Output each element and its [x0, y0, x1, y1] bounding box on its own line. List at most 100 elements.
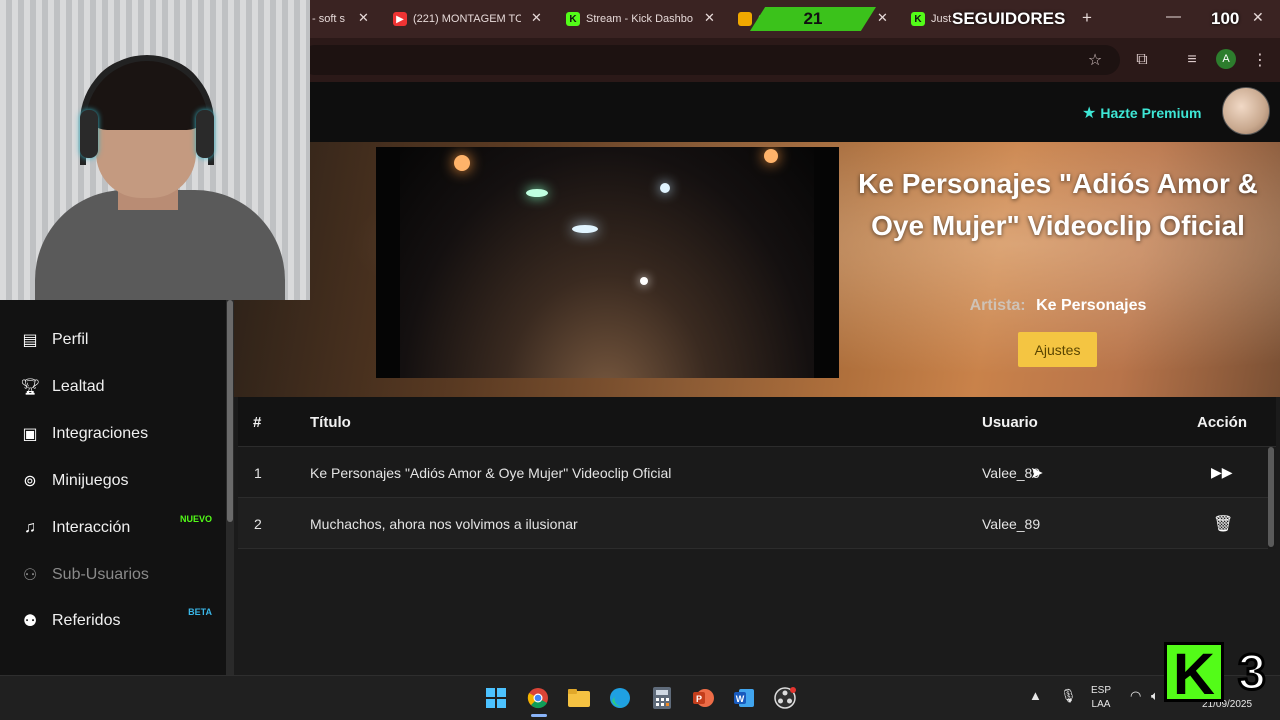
skip-icon[interactable]: ▶▶ — [1211, 464, 1233, 481]
minimize-icon[interactable]: — — [1166, 8, 1181, 25]
media-queue-icon[interactable]: ≡ — [1180, 48, 1204, 72]
artist-label: Artista: — [969, 297, 1026, 314]
word-icon[interactable]: W — [730, 684, 758, 712]
tab-close-icon[interactable]: ✕ — [704, 10, 715, 26]
column-header-number: # — [253, 414, 262, 431]
beta-badge: BETA — [188, 607, 212, 617]
sidebar-item-interaccion[interactable]: ♫ Interacción NUEVO — [0, 508, 226, 548]
volume-icon[interactable]: 🔈︎ — [1151, 688, 1159, 704]
artist-line: Artista: Ke Personajes — [858, 297, 1258, 315]
sidebar-item-sub-usuarios[interactable]: ⚇ Sub-Usuarios — [0, 555, 226, 595]
sidebar-item-label: Sub-Usuarios — [52, 566, 149, 583]
video-player[interactable] — [376, 147, 839, 378]
new-badge: NUEVO — [179, 514, 212, 524]
user-avatar[interactable] — [1222, 87, 1270, 135]
trash-icon[interactable]: 🗑︎ — [1213, 514, 1233, 534]
row-number: 2 — [254, 516, 262, 532]
tab-title: Just — [931, 13, 952, 25]
sidebar-item-perfil[interactable]: ▤ Perfil — [0, 320, 226, 360]
windows-start-icon[interactable] — [482, 684, 510, 712]
profile-avatar[interactable]: A — [1216, 49, 1236, 69]
settings-button[interactable]: Ajustes — [1018, 332, 1097, 367]
kick-logo-icon: K — [1164, 642, 1224, 705]
browser-tab[interactable]: K Stream - Kick Dashbo — [566, 8, 696, 30]
extensions-icon[interactable]: ⧉ — [1130, 48, 1154, 72]
sidebar-item-minijuegos[interactable]: ⊚ Minijuegos — [0, 461, 226, 501]
users-icon: ⚇ — [22, 567, 38, 584]
column-header-action: Acción — [1197, 414, 1248, 431]
active-app-indicator — [531, 714, 547, 717]
sidebar-scroll-thumb[interactable] — [227, 300, 233, 522]
music-icon: ♫ — [24, 519, 36, 536]
app-icon — [738, 12, 752, 26]
headset-icon — [80, 55, 214, 165]
powerpoint-icon[interactable]: P — [689, 684, 717, 712]
row-number: 1 — [254, 465, 262, 481]
calculator-icon[interactable] — [648, 684, 676, 712]
followers-goal: 100 — [1211, 9, 1240, 28]
tab-title: Stream - Kick Dashbo — [586, 13, 693, 25]
svg-text:W: W — [736, 694, 745, 704]
id-card-icon: ▤ — [22, 332, 38, 349]
video-thumbnail — [400, 147, 814, 378]
tray-overflow-icon[interactable]: ▲ — [1029, 688, 1042, 703]
keyboard-layout: LAA — [1091, 699, 1111, 710]
trophy-icon: 🏆︎ — [20, 379, 41, 396]
youtube-icon: ▶ — [393, 12, 407, 26]
close-window-icon[interactable]: ✕ — [1252, 9, 1264, 26]
tab-close-icon[interactable]: ✕ — [531, 10, 542, 26]
followers-progress-bar: 21 — [750, 7, 876, 31]
bookmark-star-icon[interactable]: ☆ — [1083, 48, 1107, 72]
row-title: Ke Personajes "Adiós Amor & Oye Mujer" V… — [310, 465, 672, 481]
tab-close-icon[interactable]: ✕ — [358, 10, 369, 26]
sidebar-item-referidos[interactable]: ⚉ Referidos BETA — [0, 601, 226, 641]
premium-label: Hazte Premium — [1100, 105, 1202, 121]
new-tab-button[interactable]: + — [1082, 8, 1092, 28]
browser-tab[interactable]: K Just — [911, 8, 955, 30]
obs-icon[interactable] — [771, 684, 799, 712]
column-header-title: Título — [310, 414, 351, 431]
main-content-area — [234, 549, 1280, 675]
browser-tab[interactable]: ▶ (221) MONTAGEM TO — [393, 8, 521, 30]
tab-close-icon[interactable]: ✕ — [877, 10, 888, 26]
column-header-user: Usuario — [982, 414, 1038, 431]
row-title: Muchachos, ahora nos volvimos a ilusiona… — [310, 516, 578, 532]
star-icon: ★ — [1082, 105, 1097, 122]
gamepad-icon: ⊚ — [23, 473, 37, 490]
tab-title: - soft s — [312, 13, 346, 25]
input-language[interactable]: ESP LAA — [1088, 684, 1114, 712]
puzzle-icon: ▣ — [22, 426, 38, 443]
menu-dots-icon[interactable]: ⋮ — [1248, 48, 1272, 72]
sidebar-item-label: Perfil — [52, 331, 89, 348]
song-title: Ke Personajes "Adiós Amor & Oye Mujer" V… — [858, 168, 1258, 241]
table-header — [238, 397, 1276, 447]
kick-icon: K — [911, 12, 925, 26]
sidebar-item-label: Lealtad — [52, 378, 105, 395]
followers-label: SEGUIDORES — [952, 9, 1066, 28]
table-scrollbar[interactable] — [1268, 447, 1274, 547]
sidebar-item-label: Minijuegos — [52, 472, 129, 489]
kick-overlay-number: 3 — [1237, 643, 1268, 702]
sidebar-item-lealtad[interactable]: 🏆︎ Lealtad — [0, 367, 226, 407]
address-bar[interactable] — [300, 45, 1120, 75]
mouse-cursor-icon: ➤ — [1030, 465, 1044, 482]
sidebar-item-label: Integraciones — [52, 425, 149, 442]
svg-text:P: P — [696, 694, 702, 704]
language-code: ESP — [1090, 685, 1111, 696]
headset-earcup — [80, 110, 98, 158]
followers-count: 21 — [803, 9, 823, 28]
artist-name: Ke Personajes — [1036, 297, 1147, 314]
wifi-icon[interactable]: ◠ — [1130, 688, 1141, 704]
edge-icon[interactable] — [606, 684, 634, 712]
chrome-icon[interactable] — [524, 684, 552, 712]
premium-link[interactable]: ★ Hazte Premium — [1082, 103, 1202, 123]
tab-title: (221) MONTAGEM TO — [413, 13, 521, 25]
sidebar-item-label: Interacción — [52, 519, 131, 536]
sidebar-item-integraciones[interactable]: ▣ Integraciones — [0, 414, 226, 454]
kick-logo-overlay: K 3 — [1164, 636, 1276, 705]
group-icon: ⚉ — [22, 613, 38, 630]
microphone-icon[interactable]: 🎙︎ — [1060, 688, 1077, 704]
kick-icon: K — [566, 12, 580, 26]
file-explorer-icon[interactable] — [565, 684, 593, 712]
headset-earcup — [196, 110, 214, 158]
